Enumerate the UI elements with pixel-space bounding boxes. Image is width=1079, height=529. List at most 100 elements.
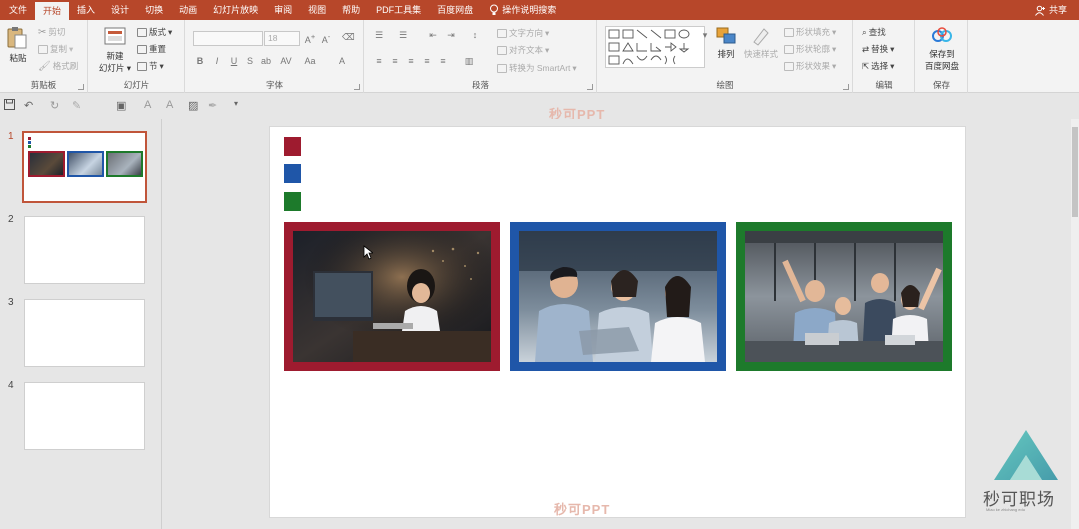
tab-baidu-netdisk[interactable]: 百度网盘: [429, 0, 481, 20]
tab-animations[interactable]: 动画: [171, 0, 205, 20]
paint-bucket-icon: [784, 27, 794, 37]
text-direction-button[interactable]: 文字方向 ▾: [497, 27, 549, 39]
cursor-icon: ⇱: [862, 60, 870, 71]
section-icon: [137, 61, 147, 71]
cut-button[interactable]: ✂ 剪切: [38, 26, 65, 38]
columns-icon[interactable]: ▥: [463, 56, 475, 67]
tab-transitions[interactable]: 切换: [137, 0, 171, 20]
bold-icon[interactable]: B: [194, 56, 206, 66]
save-to-netdisk-button[interactable]: 保存到 百度网盘: [920, 26, 964, 72]
shapes-gallery[interactable]: [605, 26, 705, 68]
tell-me-label: 操作说明搜索: [502, 5, 557, 15]
save-icon[interactable]: [4, 99, 15, 113]
slide-thumbnail-2[interactable]: [24, 216, 145, 284]
shrink-font-icon[interactable]: A-: [320, 32, 332, 45]
tab-pdf-tools[interactable]: PDF工具集: [368, 0, 429, 20]
numbering-icon[interactable]: ☰: [397, 30, 409, 41]
tab-view[interactable]: 视图: [300, 0, 334, 20]
justify-icon[interactable]: ≡: [421, 56, 433, 66]
scrollbar-thumb[interactable]: [1072, 127, 1078, 217]
blue-frame-photo[interactable]: [510, 222, 726, 371]
drawing-launcher-icon[interactable]: [843, 84, 849, 90]
slide-thumbnail-1[interactable]: [22, 131, 147, 203]
green-frame-photo[interactable]: [736, 222, 952, 371]
find-label: 查找: [868, 27, 886, 37]
find-button[interactable]: ⌕ 查找: [862, 26, 886, 38]
shape-effects-button[interactable]: 形状效果 ▾: [784, 60, 836, 72]
font-launcher-icon[interactable]: [354, 84, 360, 90]
vertical-scrollbar[interactable]: [1071, 119, 1079, 529]
line-spacing-icon[interactable]: ↕: [469, 30, 481, 40]
picture-icon[interactable]: ▨: [188, 99, 198, 112]
shapes-gallery-scroll-icon[interactable]: ▾: [699, 30, 711, 41]
eyedropper-icon[interactable]: ✒: [208, 99, 217, 112]
green-square-shape[interactable]: [284, 192, 301, 211]
font-color-icon[interactable]: A: [336, 56, 348, 66]
undo-icon[interactable]: ↶: [24, 99, 33, 112]
new-slide-icon: [104, 27, 126, 45]
shrink-font-icon[interactable]: A: [166, 99, 173, 111]
slide-number-1: 1: [8, 131, 14, 142]
new-slide-label-1: 新建: [106, 51, 124, 61]
underline-icon[interactable]: U: [228, 56, 240, 66]
quick-styles-button[interactable]: 快速样式: [742, 26, 780, 60]
paste-button[interactable]: 粘贴: [6, 26, 30, 64]
convert-smartart-button[interactable]: 转换为 SmartArt ▾: [497, 62, 577, 74]
arrange-label: 排列: [717, 49, 735, 59]
grow-font-icon[interactable]: A: [144, 99, 151, 111]
copy-button[interactable]: 复制 ▾: [38, 43, 73, 55]
slide-canvas[interactable]: 秒可PPT: [269, 126, 966, 518]
reset-button[interactable]: 重置: [137, 43, 166, 55]
font-size-combo[interactable]: 18: [264, 31, 300, 46]
red-square-shape[interactable]: [284, 137, 301, 156]
clipboard-launcher-icon[interactable]: [78, 84, 84, 90]
blue-square-shape[interactable]: [284, 164, 301, 183]
distributed-icon[interactable]: ≡: [437, 56, 449, 66]
new-slide-button[interactable]: 新建 幻灯片 ▾: [97, 26, 133, 74]
decrease-indent-icon[interactable]: ⇤: [427, 30, 439, 41]
strikethrough-icon[interactable]: S: [244, 56, 256, 66]
subscript-icon[interactable]: ab: [260, 56, 272, 66]
slide-number-2: 2: [8, 214, 14, 225]
align-center-icon[interactable]: ≡: [389, 56, 401, 66]
increase-indent-icon[interactable]: ⇥: [445, 30, 457, 41]
tab-help[interactable]: 帮助: [334, 0, 368, 20]
replace-button[interactable]: ⇄ 替换 ▾: [862, 43, 894, 55]
section-button[interactable]: 节 ▾: [137, 60, 164, 72]
tab-insert[interactable]: 插入: [69, 0, 103, 20]
slide-thumbnail-4[interactable]: [24, 382, 145, 450]
tab-file[interactable]: 文件: [0, 0, 35, 20]
shape-fill-icon[interactable]: ▣: [116, 99, 126, 112]
share-button[interactable]: 共享: [1035, 0, 1067, 20]
paragraph-launcher-icon[interactable]: [587, 84, 593, 90]
change-case-icon[interactable]: Aa: [304, 56, 316, 66]
tab-design[interactable]: 设计: [103, 0, 137, 20]
watermark-bottom: 秒可PPT: [554, 502, 611, 517]
shape-outline-button[interactable]: 形状轮廓 ▾: [784, 43, 836, 55]
red-frame-photo[interactable]: [284, 222, 500, 371]
format-painter-icon[interactable]: ✎: [72, 99, 81, 112]
tab-slideshow[interactable]: 幻灯片放映: [205, 0, 266, 20]
align-left-icon[interactable]: ≡: [373, 56, 385, 66]
select-button[interactable]: ⇱ 选择 ▾: [862, 60, 894, 72]
format-painter-button[interactable]: 🖌 格式刷: [38, 60, 78, 72]
bullets-icon[interactable]: ☰: [373, 30, 385, 41]
layout-button[interactable]: 版式 ▾: [137, 26, 172, 38]
grow-font-icon[interactable]: A+: [304, 32, 316, 45]
shape-fill-button[interactable]: 形状填充 ▾: [784, 26, 836, 38]
quick-styles-icon: [753, 28, 769, 46]
slide-thumbnail-3[interactable]: [24, 299, 145, 367]
char-spacing-icon[interactable]: AV: [280, 56, 292, 66]
align-right-icon[interactable]: ≡: [405, 56, 417, 66]
tab-review[interactable]: 审阅: [266, 0, 300, 20]
italic-icon[interactable]: I: [211, 56, 223, 66]
align-text-button[interactable]: 对齐文本 ▾: [497, 44, 549, 56]
customize-qat-icon[interactable]: ▾: [234, 99, 238, 108]
font-name-combo[interactable]: [193, 31, 263, 46]
tell-me-search[interactable]: 操作说明搜索: [481, 0, 564, 20]
clear-format-icon[interactable]: ⌫: [342, 32, 355, 43]
tab-home[interactable]: 开始: [35, 2, 70, 20]
new-slide-label-2-text: 幻灯片: [98, 63, 125, 73]
redo-icon[interactable]: ↻: [50, 99, 59, 112]
arrange-button[interactable]: 排列: [712, 26, 740, 60]
